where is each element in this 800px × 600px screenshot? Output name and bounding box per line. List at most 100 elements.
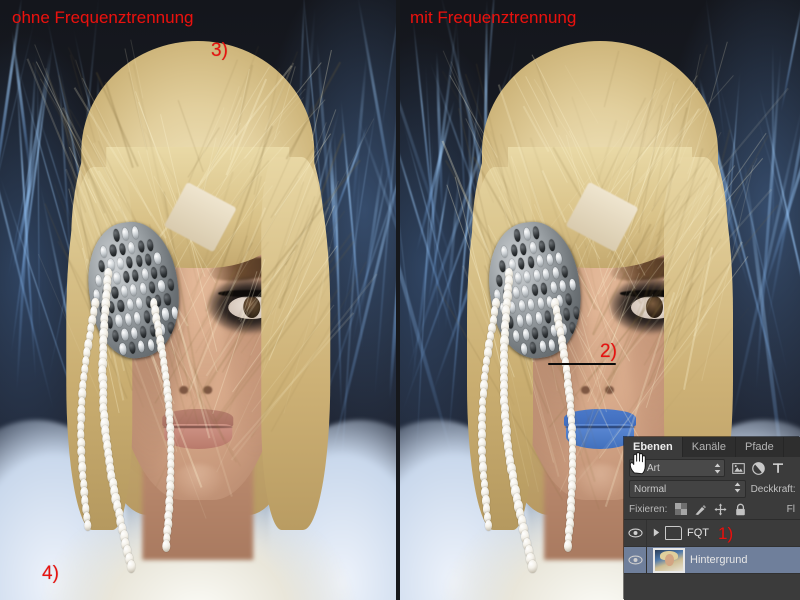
filter-kind-select[interactable]: Art [629, 459, 725, 477]
jewel-stone [525, 313, 534, 327]
jewel-stone [538, 340, 547, 354]
jewel-stone [572, 306, 581, 320]
jewel-stone [126, 298, 134, 312]
image-lock-icon[interactable] [694, 503, 707, 516]
jewel-stone [545, 253, 554, 267]
jewel-stone [517, 257, 526, 271]
tab-pfade-label: Pfade [745, 441, 774, 453]
jewel-stone [538, 240, 547, 254]
jewel-stone [129, 284, 138, 298]
jewel-stone [116, 257, 124, 271]
jewel-stone [166, 278, 175, 292]
pearl-bead [528, 560, 537, 573]
text-filter-icon[interactable] [771, 461, 785, 475]
jewel-stone [540, 325, 549, 339]
transparency-lock-icon[interactable] [674, 503, 687, 516]
tab-pfade[interactable]: Pfade [736, 437, 784, 457]
jewel-stone [549, 281, 558, 295]
jewel-stone [153, 252, 162, 266]
jewel-stone [138, 282, 147, 296]
screenshot-root: ohne Frequenztrennung 3) 4) mit Frequenz… [0, 0, 800, 600]
photo-panel-left: ohne Frequenztrennung 3) 4) [0, 0, 396, 600]
jewel-stone [144, 253, 152, 267]
layer-visibility-toggle-fqt[interactable] [624, 520, 647, 546]
jewel-stone [517, 300, 526, 314]
jewel-stone [534, 312, 543, 326]
layer-row-fqt[interactable]: FQT 1) [624, 520, 800, 547]
chevron-updown-icon-blend[interactable] [734, 482, 741, 496]
jewel-stone [150, 266, 158, 280]
jewel-stone [135, 297, 144, 311]
annotation-1: 1) [718, 523, 734, 543]
pearl-bead [162, 540, 171, 552]
jewel-stone [137, 340, 146, 354]
jewel-stone [116, 300, 125, 314]
layer-thumbnail-hintergrund[interactable] [653, 547, 685, 573]
jewel-stone [120, 285, 128, 299]
image-filter-icon[interactable] [731, 461, 745, 475]
tab-ebenen[interactable]: Ebenen [624, 437, 683, 457]
tab-kanaele-label: Kanäle [691, 441, 726, 453]
jewel-stone [123, 313, 132, 327]
layer-filter-row: Art [624, 457, 800, 479]
jewel-stone [170, 306, 179, 320]
layers-panel[interactable]: Ebenen Kanäle Pfade Art Normal Deckkraft… [624, 437, 800, 600]
jewel-stone [110, 286, 119, 300]
jewel-stone [562, 308, 571, 322]
chevron-right-icon[interactable] [653, 528, 660, 539]
tab-ebenen-label: Ebenen [633, 441, 673, 453]
jewel-stone [99, 245, 108, 259]
jewel-stone [140, 268, 149, 282]
jewel-stone [146, 338, 155, 352]
layer-content-hintergrund[interactable]: Hintergrund [647, 547, 800, 573]
jewel-stone [136, 240, 145, 254]
jewel-stone [529, 341, 538, 355]
jewel-stone [521, 328, 530, 342]
jewel-stone [544, 310, 552, 324]
all-lock-icon[interactable] [734, 503, 747, 516]
jewel-stone [111, 329, 120, 343]
blend-mode-select[interactable]: Normal [629, 480, 746, 498]
jewel-stone [532, 269, 541, 283]
jewel-stone [521, 285, 530, 299]
lock-label: Fixieren: [629, 503, 668, 515]
panel-divider [396, 0, 400, 600]
adjustment-filter-icon[interactable] [751, 461, 765, 475]
jewel-stone [522, 228, 531, 242]
position-lock-icon[interactable] [714, 503, 727, 516]
chevron-updown-icon[interactable] [714, 463, 721, 474]
jewel-stone [515, 314, 524, 328]
jewel-stone [127, 241, 136, 255]
jewel-stone [551, 266, 560, 280]
layer-visibility-toggle-hintergrund[interactable] [624, 547, 647, 573]
jewel-stone [118, 342, 127, 356]
folder-icon [665, 526, 682, 540]
jewel-stone [547, 338, 556, 352]
jewel-stone [542, 268, 551, 282]
jewel-stone [528, 241, 537, 255]
jewel-stone [118, 242, 127, 256]
jewel-stone [121, 228, 130, 242]
blend-mode-row: Normal Deckkraft: [624, 479, 800, 499]
jewel-stone [519, 342, 528, 356]
jewel-stone [161, 308, 170, 322]
jewel-stone [114, 314, 123, 328]
jewel-stone [511, 286, 520, 300]
jewel-stone [500, 245, 509, 259]
filter-kind-value: Art [647, 462, 660, 474]
layer-content-fqt[interactable]: FQT 1) [647, 525, 800, 542]
jewel-stone [531, 326, 540, 340]
jewel-stone [147, 281, 156, 295]
jewel-stone [513, 229, 522, 243]
tab-kanaele[interactable]: Kanäle [683, 437, 736, 457]
layer-row-hintergrund[interactable]: Hintergrund [624, 547, 800, 574]
jewel-stone [532, 226, 541, 240]
jewel-stone [530, 284, 539, 298]
tab-bar-filler [783, 437, 800, 457]
jewel-stone [127, 341, 136, 355]
search-icon [633, 462, 643, 475]
jewel-stone [512, 329, 521, 343]
pearl-bead [83, 519, 92, 532]
thumbnail-face [664, 554, 675, 567]
jewel-stone [157, 280, 166, 294]
